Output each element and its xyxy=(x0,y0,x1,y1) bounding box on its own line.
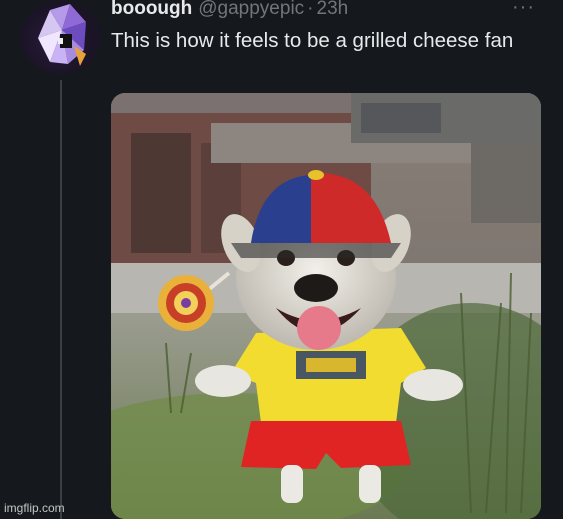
display-name[interactable]: booough xyxy=(111,0,192,19)
timestamp[interactable]: 23h xyxy=(317,0,349,19)
watermark-text: imgflip.com xyxy=(4,501,65,515)
more-options-icon[interactable]: ··· xyxy=(512,0,542,17)
tweet-text: This is how it feels to be a grilled che… xyxy=(111,29,514,52)
avatar[interactable] xyxy=(20,0,102,74)
avatar-crystal-icon xyxy=(38,4,86,66)
tweet-header: booough @gappyepic · 23h xyxy=(111,0,348,20)
separator-dot: · xyxy=(307,0,314,19)
tweet-media[interactable] xyxy=(111,93,541,519)
media-photo xyxy=(111,93,541,519)
thread-line xyxy=(60,80,62,519)
user-handle[interactable]: @gappyepic xyxy=(198,0,304,19)
